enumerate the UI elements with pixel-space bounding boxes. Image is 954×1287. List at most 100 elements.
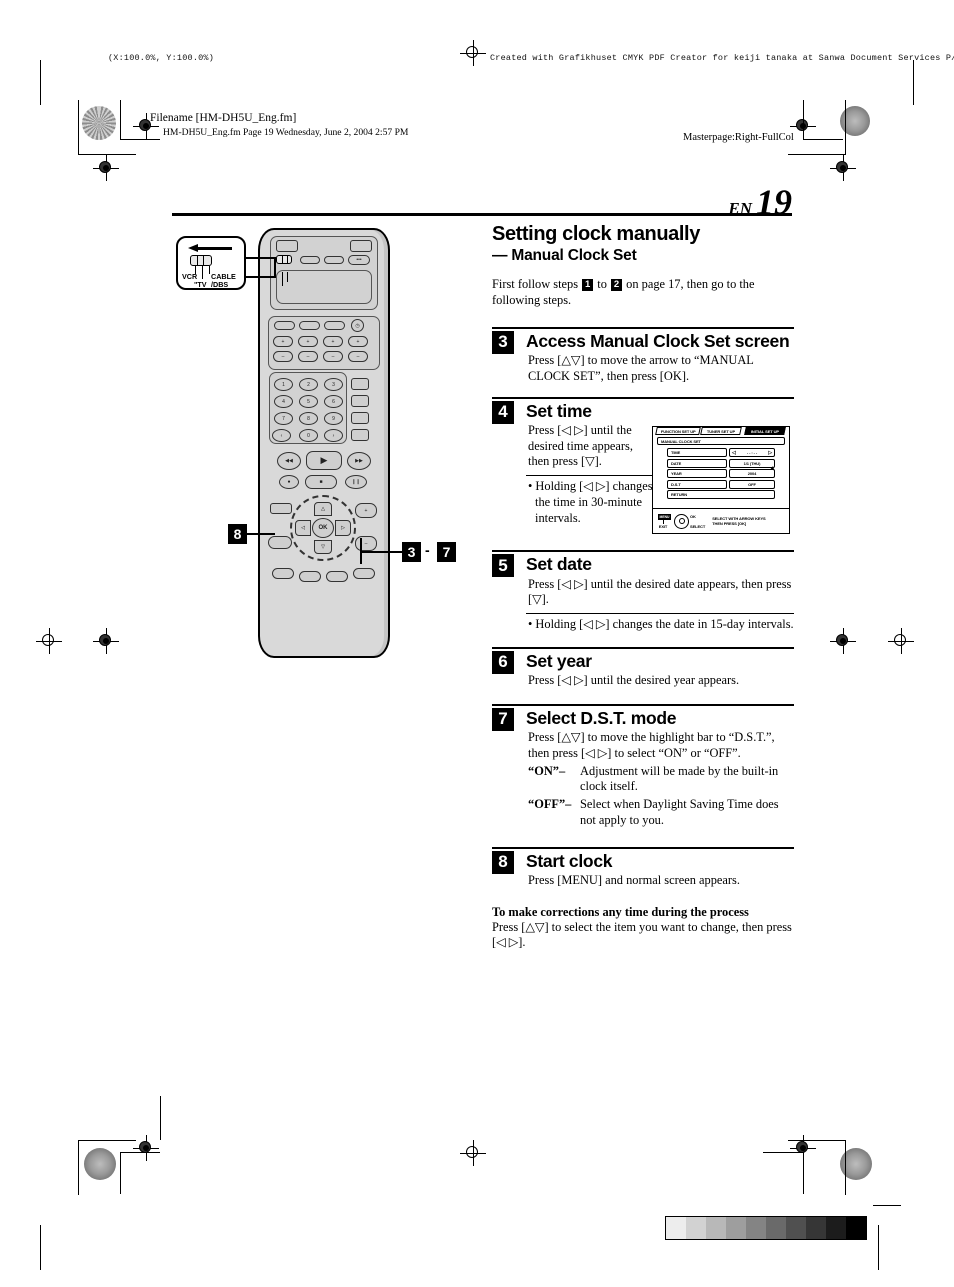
remote-minus-button-4[interactable]: –: [348, 351, 368, 362]
remote-key-6[interactable]: 6: [324, 395, 343, 408]
remote-fn-button-1[interactable]: [274, 321, 295, 330]
step-title: Access Manual Clock Set screen: [526, 330, 790, 351]
remote-nav-left-button[interactable]: ◁: [295, 520, 311, 536]
remote-play-button[interactable]: ▶: [306, 451, 342, 470]
remote-key-7[interactable]: 7: [274, 412, 293, 425]
remote-nav-down-button[interactable]: ▽: [314, 540, 332, 554]
remote-key-3[interactable]: 3: [324, 378, 343, 391]
plus-icon: +: [356, 338, 360, 345]
remote-bottom-button-3[interactable]: [326, 571, 348, 582]
color-target-top-left: [82, 106, 116, 140]
record-icon: ●: [287, 479, 291, 485]
remote-nav-right-button[interactable]: ▷: [335, 520, 351, 536]
remote-side-button-4[interactable]: [351, 429, 369, 441]
remote-menu-button[interactable]: [270, 503, 292, 514]
remote-record-button[interactable]: ●: [279, 475, 299, 489]
remote-key-1[interactable]: 1: [274, 378, 293, 391]
step-title: Start clock: [526, 850, 613, 871]
remote-aux-button-2[interactable]: [324, 256, 344, 264]
osd-tab-label: FUNCTION SET UP: [660, 428, 696, 434]
grayscale-swatch-1: [686, 1217, 706, 1239]
remote-fast-forward-button[interactable]: ▶▶: [347, 452, 371, 470]
osd-row-value-time[interactable]: ◁ - - : - - ▷: [729, 448, 775, 457]
step-6: 6 Set year Press [◁ ▷] until the desired…: [492, 646, 794, 689]
remote-pause-button[interactable]: ❙❙: [345, 475, 367, 489]
osd-screen-illustration: FUNCTION SET UP TUNER SET UP INITIAL SET…: [652, 426, 790, 534]
osd-row-label: TIME: [667, 448, 727, 457]
osd-row-dst[interactable]: D.S.T OFF: [667, 479, 775, 489]
left-arrow-icon[interactable]: ◁: [732, 450, 736, 456]
remote-key-5[interactable]: 5: [299, 395, 318, 408]
remote-rewind-button[interactable]: ◀◀: [277, 452, 301, 470]
osd-footer: MENU EXIT OK SELECT SELECT WITH ARROW KE…: [653, 508, 789, 533]
remote-stop-button[interactable]: ■: [305, 475, 337, 489]
key-label: 3: [332, 381, 335, 388]
pause-icon: ❙❙: [351, 479, 361, 485]
remote-tv-power-button[interactable]: [350, 240, 372, 252]
remote-fn-button-2[interactable]: [299, 321, 320, 330]
intro-step-to: 2: [611, 279, 623, 291]
remote-power-button[interactable]: [276, 240, 298, 252]
three-dots-icon: •••: [356, 257, 362, 263]
remote-channel-up-button[interactable]: +: [355, 503, 377, 518]
remote-fn-button-3[interactable]: [324, 321, 345, 330]
osd-row-return[interactable]: RETURN: [667, 490, 775, 499]
remote-return-button[interactable]: [268, 536, 292, 549]
bullet-divider: [526, 613, 794, 614]
remote-key-8[interactable]: 8: [299, 412, 318, 425]
step-title: Set time: [526, 400, 592, 421]
crop-line: [120, 139, 160, 140]
osd-row-time[interactable]: TIME ◁ - - : - - ▷: [667, 448, 775, 457]
remote-key-4[interactable]: 4: [274, 395, 293, 408]
remote-bottom-button-2[interactable]: [299, 571, 321, 582]
osd-tab-tuner-set-up[interactable]: TUNER SET UP: [700, 427, 742, 435]
direction-arrow-icon: [188, 244, 232, 252]
remote-bottom-button-1[interactable]: [272, 568, 294, 579]
osd-menu-button[interactable]: MENU: [658, 513, 671, 520]
osd-ok-label: OK: [690, 513, 696, 519]
remote-side-button-2[interactable]: [351, 395, 369, 407]
crop-line: [845, 1140, 846, 1195]
remote-control-illustration: ••• ◷ + + + + – – – – 1 2 3 4 5 6 7 8 9 …: [258, 228, 390, 658]
key-label: 8: [307, 415, 310, 422]
remote-plus-button-1[interactable]: +: [273, 336, 293, 347]
grayscale-swatch-9: [846, 1217, 866, 1239]
callout-tick-center: [202, 266, 204, 279]
remote-aux-button-1[interactable]: [300, 256, 320, 264]
remote-channel-down-button[interactable]: –: [355, 536, 377, 551]
step-marker-range-dash: -: [425, 542, 430, 558]
remote-clock-button[interactable]: ◷: [351, 319, 364, 332]
remote-minus-button-1[interactable]: –: [273, 351, 293, 362]
osd-row-date[interactable]: DATE 1/1 (THU): [667, 458, 775, 468]
remote-device-selector-switch[interactable]: [276, 255, 292, 264]
remote-side-button-3[interactable]: [351, 412, 369, 424]
remote-plus-button-2[interactable]: +: [298, 336, 318, 347]
remote-ok-button[interactable]: OK: [312, 518, 334, 538]
osd-row-year[interactable]: YEAR 2004: [667, 469, 775, 478]
remote-plus-button-3[interactable]: +: [323, 336, 343, 347]
remote-key-9[interactable]: 9: [324, 412, 343, 425]
remote-key-0[interactable]: 0: [299, 429, 318, 442]
dst-off-term: “OFF”–: [528, 797, 572, 811]
rewind-icon: ◀◀: [285, 458, 293, 464]
osd-tab-initial-set-up[interactable]: INITIAL SET UP: [744, 427, 786, 435]
remote-menu-dots-button[interactable]: •••: [348, 255, 370, 265]
remote-key-next[interactable]: ›: [324, 429, 343, 442]
remote-side-button-1[interactable]: [351, 378, 369, 390]
osd-tab-function-set-up[interactable]: FUNCTION SET UP: [655, 427, 701, 435]
remote-bottom-button-4[interactable]: [353, 568, 375, 579]
remote-key-2[interactable]: 2: [299, 378, 318, 391]
remote-nav-up-button[interactable]: △: [314, 502, 332, 516]
remote-plus-button-4[interactable]: +: [348, 336, 368, 347]
osd-jog-dial-icon[interactable]: [674, 513, 689, 529]
step-divider: [492, 326, 794, 329]
remote-minus-button-3[interactable]: –: [323, 351, 343, 362]
step-5: 5 Set date Press [◁ ▷] until the desired…: [492, 550, 794, 633]
remote-key-prev[interactable]: ‹: [272, 429, 291, 442]
step-divider: [492, 396, 794, 399]
key-label: 1: [282, 381, 285, 388]
registration-mark-right-mid: [830, 628, 856, 654]
right-arrow-icon[interactable]: ▷: [768, 450, 772, 456]
registration-mark-bottom-left: [133, 1135, 159, 1161]
remote-minus-button-2[interactable]: –: [298, 351, 318, 362]
